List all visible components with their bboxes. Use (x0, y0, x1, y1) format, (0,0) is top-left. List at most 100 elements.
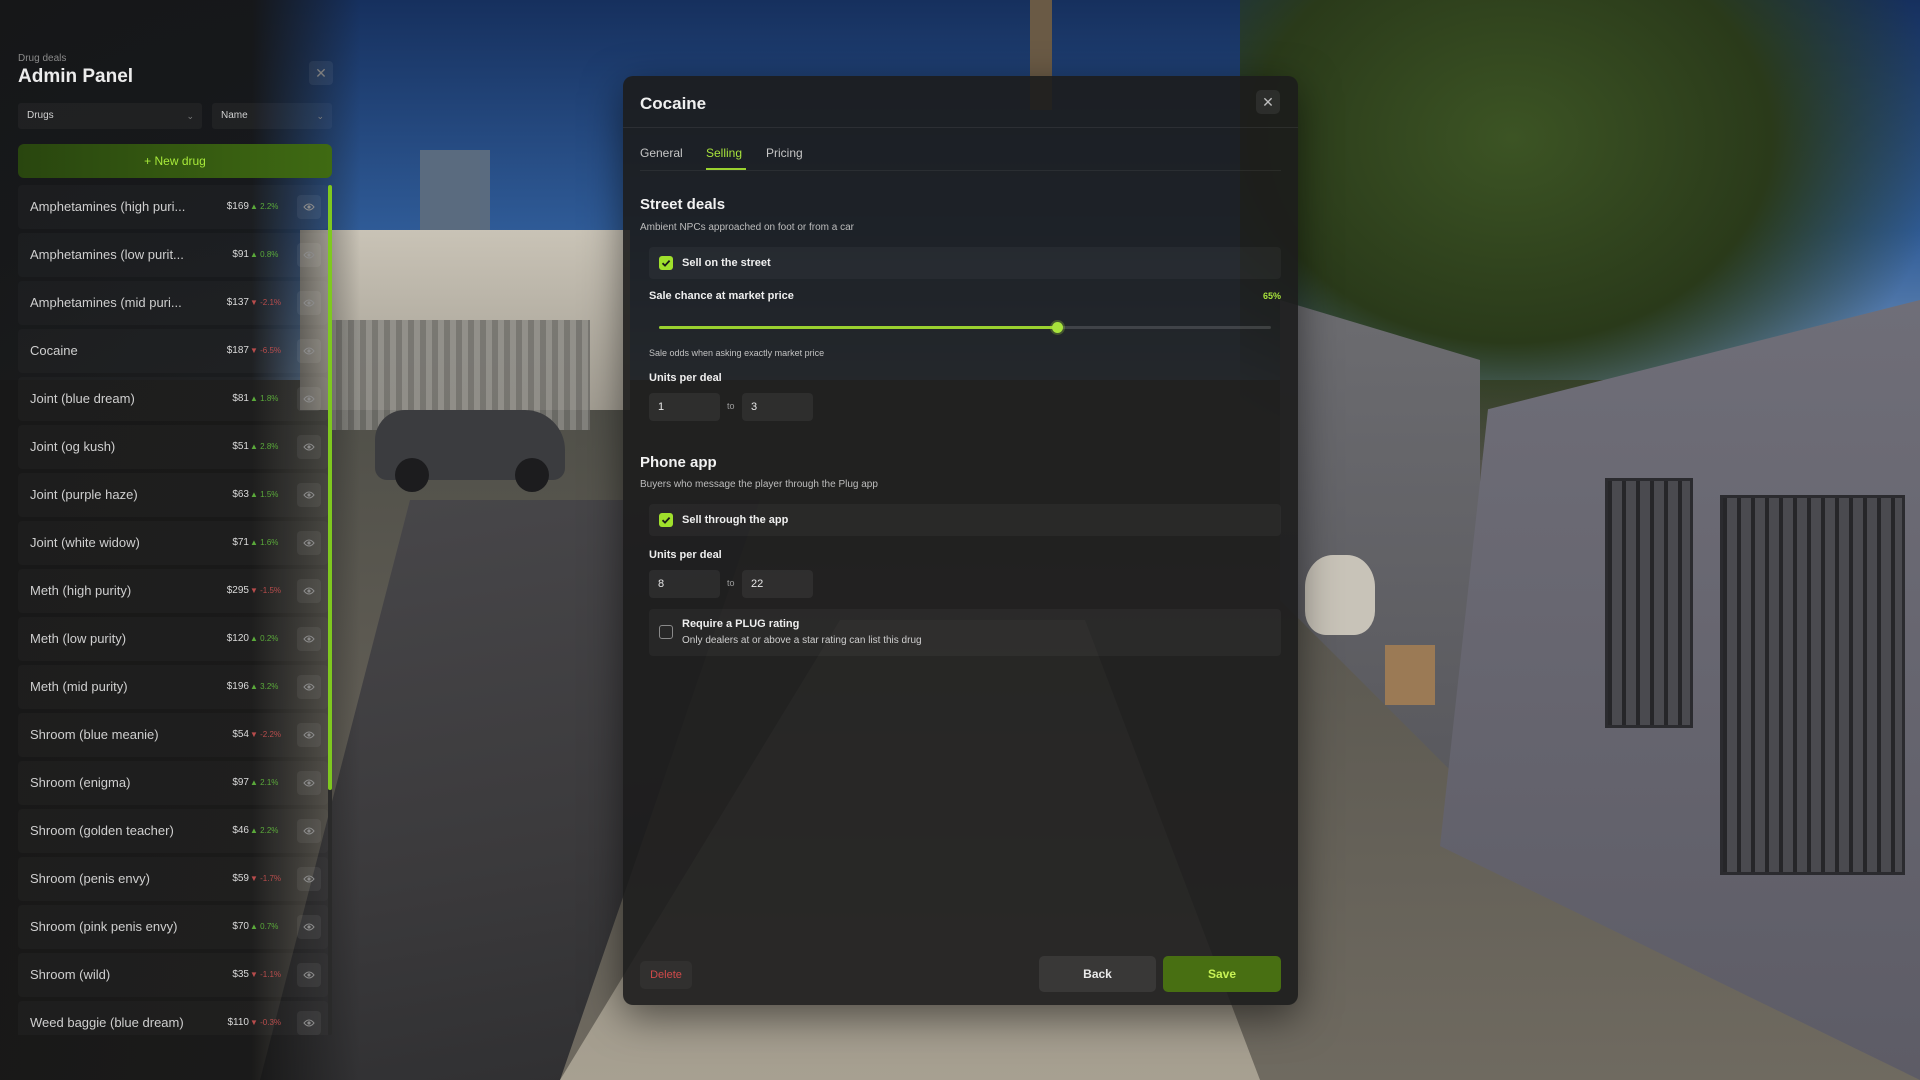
list-item[interactable]: Meth (high purity) $295 ▼ -1.5% (18, 569, 328, 613)
slider-handle[interactable] (1051, 322, 1063, 333)
eye-icon[interactable] (297, 291, 321, 315)
drug-price: $71 (232, 537, 249, 548)
list-item[interactable]: Shroom (golden teacher) $46 ▲ 2.2% (18, 809, 328, 853)
sale-chance-slider[interactable] (659, 322, 1271, 333)
eye-icon[interactable] (297, 339, 321, 363)
cardboard-box (1385, 645, 1435, 705)
sell-through-app-toggle[interactable]: Sell through the app (649, 504, 1281, 536)
eye-icon[interactable] (297, 435, 321, 459)
price-change: ▲ 2.1% (250, 778, 279, 787)
tabs-divider (640, 170, 1281, 171)
app-units-max-input[interactable]: 22 (742, 570, 813, 598)
require-plug-rating-toggle[interactable]: Require a PLUG rating Only dealers at or… (649, 609, 1281, 656)
sale-chance-value: 65% (1262, 291, 1281, 301)
modal-close-button[interactable]: ✕ (1256, 90, 1280, 114)
list-item[interactable]: Amphetamines (mid puri... $137 ▼ -2.1% (18, 281, 328, 325)
drug-name: Shroom (pink penis envy) (30, 919, 178, 934)
new-drug-button[interactable]: + New drug (18, 144, 332, 178)
list-item[interactable]: Shroom (penis envy) $59 ▼ -1.7% (18, 857, 328, 901)
price-change: ▲ 2.2% (250, 202, 279, 211)
save-button[interactable]: Save (1163, 956, 1281, 992)
check-icon (661, 259, 671, 267)
admin-sidebar: Drug deals Admin Panel ✕ Drugs ⌄ Name ⌄ … (0, 0, 340, 1080)
eye-icon[interactable] (297, 243, 321, 267)
phone-app-heading: Phone app (640, 454, 717, 471)
drug-price: $120 (226, 633, 249, 644)
list-item[interactable]: Meth (mid purity) $196 ▲ 3.2% (18, 665, 328, 709)
drug-price: $59 (232, 873, 249, 884)
scrollbar-thumb[interactable] (328, 185, 332, 790)
list-item[interactable]: Shroom (blue meanie) $54 ▼ -2.2% (18, 713, 328, 757)
eye-icon[interactable] (297, 771, 321, 795)
price-change: ▼ -1.7% (250, 874, 282, 883)
price-change: ▲ 1.5% (250, 490, 279, 499)
drug-price: $70 (232, 921, 249, 932)
list-item[interactable]: Shroom (wild) $35 ▼ -1.1% (18, 953, 328, 997)
sale-chance-label: Sale chance at market price (649, 290, 794, 302)
list-item[interactable]: Joint (blue dream) $81 ▲ 1.8% (18, 377, 328, 421)
category-select[interactable]: Drugs ⌄ (18, 103, 202, 129)
street-units-max-input[interactable]: 3 (742, 393, 813, 421)
price-change: ▼ -2.2% (250, 730, 282, 739)
drug-name: Shroom (enigma) (30, 775, 131, 790)
eye-icon[interactable] (297, 675, 321, 699)
eye-icon[interactable] (297, 195, 321, 219)
list-item[interactable]: Cocaine $187 ▼ -6.5% (18, 329, 328, 373)
street-units-min-input[interactable]: 1 (649, 393, 720, 421)
drug-name: Joint (purple haze) (30, 487, 138, 502)
eye-icon[interactable] (297, 723, 321, 747)
list-item[interactable]: Joint (purple haze) $63 ▲ 1.5% (18, 473, 328, 517)
checkbox-unchecked[interactable] (659, 625, 673, 639)
list-item[interactable]: Weed baggie (blue dream) $110 ▼ -0.3% (18, 1001, 328, 1035)
eye-icon[interactable] (297, 1011, 321, 1035)
price-change: ▲ 0.8% (250, 250, 279, 259)
sale-chance-help: Sale odds when asking exactly market pri… (649, 348, 825, 358)
sort-select-value: Name (221, 110, 248, 121)
delete-button[interactable]: Delete (640, 961, 692, 989)
list-item[interactable]: Joint (og kush) $51 ▲ 2.8% (18, 425, 328, 469)
drug-name: Shroom (penis envy) (30, 871, 150, 886)
sell-on-street-toggle[interactable]: Sell on the street (649, 247, 1281, 279)
list-item[interactable]: Joint (white widow) $71 ▲ 1.6% (18, 521, 328, 565)
list-item[interactable]: Amphetamines (low purit... $91 ▲ 0.8% (18, 233, 328, 277)
drug-name: Shroom (golden teacher) (30, 823, 174, 838)
list-item[interactable]: Shroom (enigma) $97 ▲ 2.1% (18, 761, 328, 805)
list-item[interactable]: Meth (low purity) $120 ▲ 0.2% (18, 617, 328, 661)
drug-name: Weed baggie (blue dream) (30, 1015, 184, 1030)
eye-icon[interactable] (297, 627, 321, 651)
eye-icon[interactable] (297, 387, 321, 411)
modal-title: Cocaine (640, 94, 707, 113)
back-button[interactable]: Back (1039, 956, 1156, 992)
eye-icon[interactable] (297, 483, 321, 507)
drug-name: Shroom (wild) (30, 967, 111, 982)
category-select-value: Drugs (27, 110, 54, 121)
eye-icon[interactable] (297, 819, 321, 843)
tab-pricing[interactable]: Pricing (766, 146, 803, 160)
chevron-down-icon: ⌄ (186, 111, 194, 121)
eye-icon[interactable] (297, 579, 321, 603)
drug-list: Amphetamines (high puri... $169 ▲ 2.2% Amph… (18, 185, 328, 1035)
list-item[interactable]: Shroom (pink penis envy) $70 ▲ 0.7% (18, 905, 328, 949)
drug-edit-modal: Cocaine ✕ General Selling Pricing Street… (623, 76, 1298, 1005)
drug-name: Amphetamines (high puri... (30, 199, 186, 214)
eye-icon[interactable] (297, 867, 321, 891)
eye-icon[interactable] (297, 963, 321, 987)
app-units-min-input[interactable]: 8 (649, 570, 720, 598)
eye-icon[interactable] (297, 531, 321, 555)
sort-select[interactable]: Name ⌄ (212, 103, 332, 129)
price-change: ▲ 0.7% (250, 922, 279, 931)
checkbox-checked[interactable] (659, 256, 673, 270)
tab-general[interactable]: General (640, 146, 683, 160)
chevron-down-icon: ⌄ (316, 111, 324, 121)
tab-selling[interactable]: Selling (706, 146, 742, 160)
sidebar-kicker: Drug deals (18, 53, 67, 64)
list-item[interactable]: Amphetamines (high puri... $169 ▲ 2.2% (18, 185, 328, 229)
sidebar-close-button[interactable]: ✕ (309, 61, 333, 85)
eye-icon[interactable] (297, 915, 321, 939)
checkbox-checked[interactable] (659, 513, 673, 527)
drug-price: $51 (232, 441, 249, 452)
slider-fill (659, 326, 1057, 329)
parked-car (375, 410, 565, 492)
drug-list-scrollbar[interactable] (328, 185, 332, 1035)
street-units-to: to (727, 401, 735, 411)
